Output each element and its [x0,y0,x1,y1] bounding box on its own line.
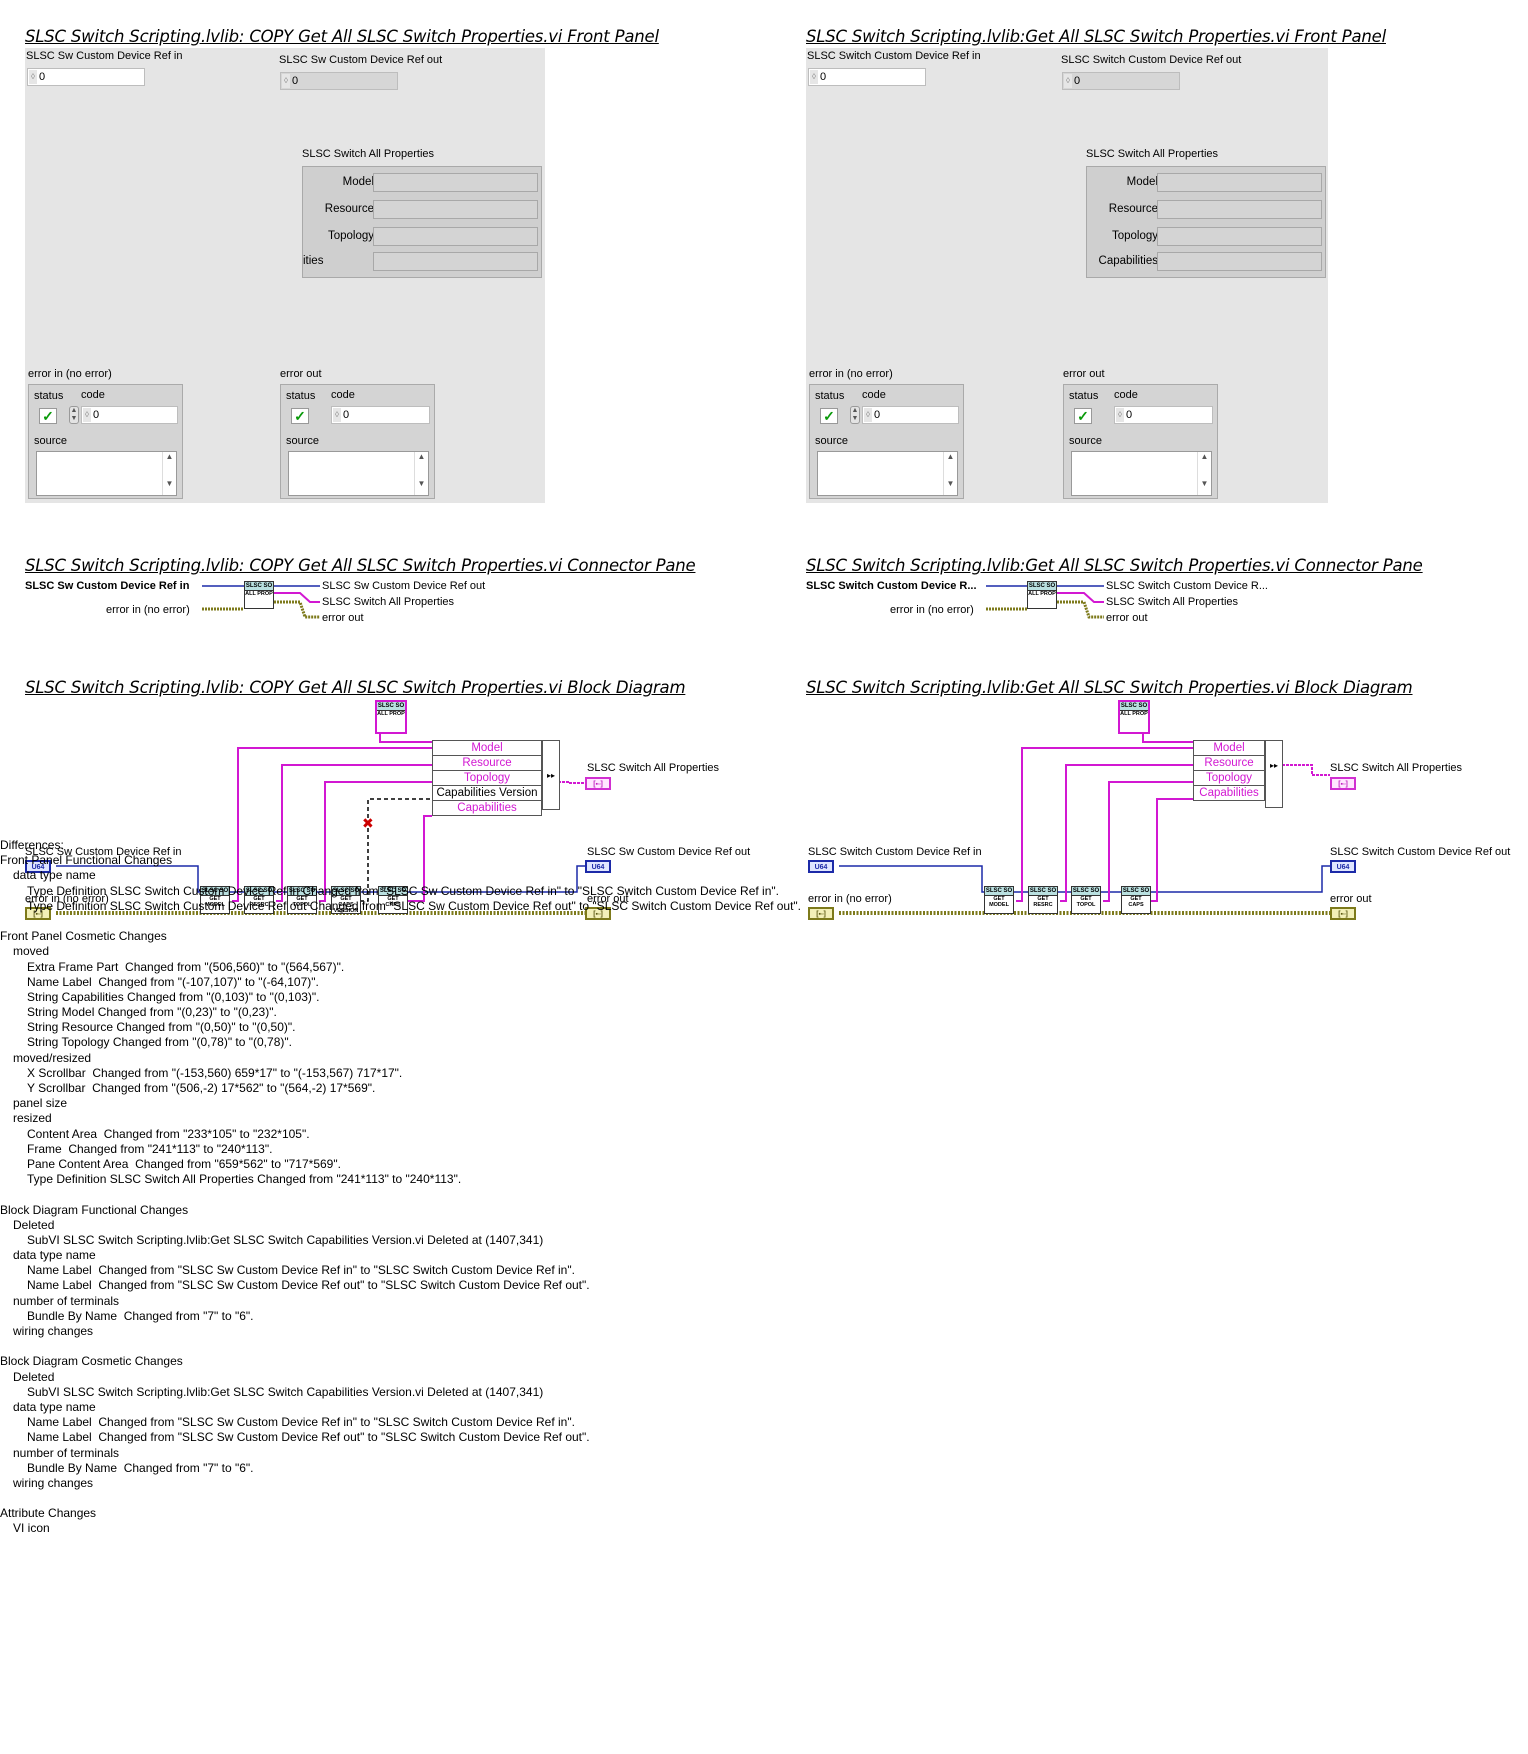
difference-line: Name Label Changed from "SLSC Sw Custom … [27,1430,590,1445]
bd-error-in-label: error in (no error) [808,893,892,905]
difference-line: Deleted [13,1217,55,1232]
difference-line: Content Area Changed from "233*105" to "… [27,1126,310,1141]
difference-line: Frame Changed from "241*113" to "240*113… [27,1141,273,1156]
difference-line: Name Label Changed from "(-107,107)" to … [27,974,319,989]
difference-line: moved/resized [13,1050,92,1065]
bd-ref-out-label: SLSC Switch Custom Device Ref out [1330,846,1511,858]
difference-line: String Topology Changed from "(0,78)" to… [27,1035,292,1050]
difference-line: moved [13,944,50,959]
difference-line: Front Panel Cosmetic Changes [0,929,167,944]
bundle-row[interactable]: Resource [1194,756,1264,771]
ref-in-terminal[interactable]: U64 [808,860,834,873]
bundle-row[interactable]: Model [433,741,541,756]
all-prop-constant[interactable]: SLSC SO ALL PROP [375,700,407,734]
difference-line: String Capabilities Changed from "(0,103… [27,989,320,1004]
bundle-row[interactable]: Capabilities [1194,786,1264,801]
right-cp-wires [986,585,1104,619]
error-out-terminal[interactable]: [▪▫] [1330,907,1356,920]
difference-line: number of terminals [13,1445,120,1460]
difference-line: Name Label Changed from "SLSC Sw Custom … [27,1263,575,1278]
all-prop-constant[interactable]: SLSC SO ALL PROP [1118,700,1150,734]
bundle-input-bar: ▸▸ [542,740,560,810]
difference-line: Type Definition SLSC Switch Custom Devic… [27,898,802,913]
difference-line: Bundle By Name Changed from "7" to "6". [27,1308,254,1323]
difference-line: wiring changes [13,1475,94,1490]
subvi-get-resource[interactable]: SLSC SO GET RESRC [1028,886,1058,914]
difference-line: Front Panel Functional Changes [0,853,173,868]
bundle-by-name[interactable]: Model Resource Topology Capabilities Ver… [432,740,542,816]
difference-line: wiring changes [13,1324,94,1338]
left-cp-wires [202,585,320,619]
broken-wire-icon: ✖ [362,816,374,832]
bd-error-out-label: error out [1330,893,1372,905]
difference-line [0,914,801,929]
difference-line: data type name [13,1399,96,1414]
difference-line: String Resource Changed from "(0,50)" to… [27,1020,296,1035]
difference-line: number of terminals [13,1293,120,1308]
subvi-get-model[interactable]: SLSC SO GET MODEL [984,886,1014,914]
difference-line: Name Label Changed from "SLSC Sw Custom … [27,1278,590,1293]
difference-line: String Model Changed from "(0,23)" to "(… [27,1005,277,1020]
difference-line: Block Diagram Functional Changes [0,1202,189,1217]
subvi-get-caps[interactable]: SLSC SO GET CAPS [1121,886,1151,914]
bundle-row[interactable]: Topology [433,771,541,786]
difference-line: SubVI SLSC Switch Scripting.lvlib:Get SL… [27,1384,544,1399]
difference-line: resized [13,1111,52,1126]
error-in-terminal[interactable]: [▪▫] [808,907,834,920]
difference-line [0,1491,801,1506]
difference-line: SubVI SLSC Switch Scripting.lvlib:Get SL… [27,1232,544,1247]
bundle-by-name[interactable]: Model Resource Topology Capabilities [1193,740,1265,801]
bundle-row[interactable]: Capabilities Version [433,786,541,801]
difference-line: VI icon [13,1521,50,1536]
subvi-get-topology[interactable]: SLSC SO GET TOPOL [1071,886,1101,914]
difference-line: Differences: [0,838,64,852]
difference-line: Block Diagram Cosmetic Changes [0,1354,183,1369]
all-props-terminal[interactable]: [▪▫] [1330,777,1356,790]
differences-report: Differences: Front Panel Functional Chang… [0,838,801,1537]
difference-line: data type name [13,868,96,883]
bundle-input-bar: ▸▸ [1265,740,1283,808]
difference-line: Extra Frame Part Changed from "(506,560)… [27,959,345,974]
difference-line: Deleted [13,1369,55,1384]
difference-line [0,1187,801,1202]
all-props-terminal[interactable]: [▪▫] [585,777,611,790]
bd-ref-in-label: SLSC Switch Custom Device Ref in [808,846,982,858]
difference-line: Pane Content Area Changed from "659*562"… [27,1156,341,1171]
bundle-row[interactable]: Resource [433,756,541,771]
difference-line: Type Definition SLSC Switch All Properti… [27,1172,462,1187]
difference-line: Attribute Changes [0,1506,97,1521]
difference-line: X Scrollbar Changed from "(-153,560) 659… [27,1065,403,1080]
ref-out-terminal[interactable]: U64 [1330,860,1356,873]
difference-line: panel size [13,1096,68,1111]
bundle-row[interactable]: Capabilities [433,801,541,816]
difference-line: Type Definition SLSC Switch Custom Devic… [27,883,779,898]
difference-line: Name Label Changed from "SLSC Sw Custom … [27,1415,575,1430]
bd-all-props-label: SLSC Switch All Properties [587,762,720,774]
difference-line [0,1339,801,1354]
difference-line: Y Scrollbar Changed from "(506,-2) 17*56… [27,1081,376,1095]
bundle-row[interactable]: Topology [1194,771,1264,786]
difference-line: data type name [13,1248,96,1263]
bundle-row[interactable]: Model [1194,741,1264,756]
difference-line: Bundle By Name Changed from "7" to "6". [27,1460,254,1475]
bd-all-props-label: SLSC Switch All Properties [1330,762,1463,774]
